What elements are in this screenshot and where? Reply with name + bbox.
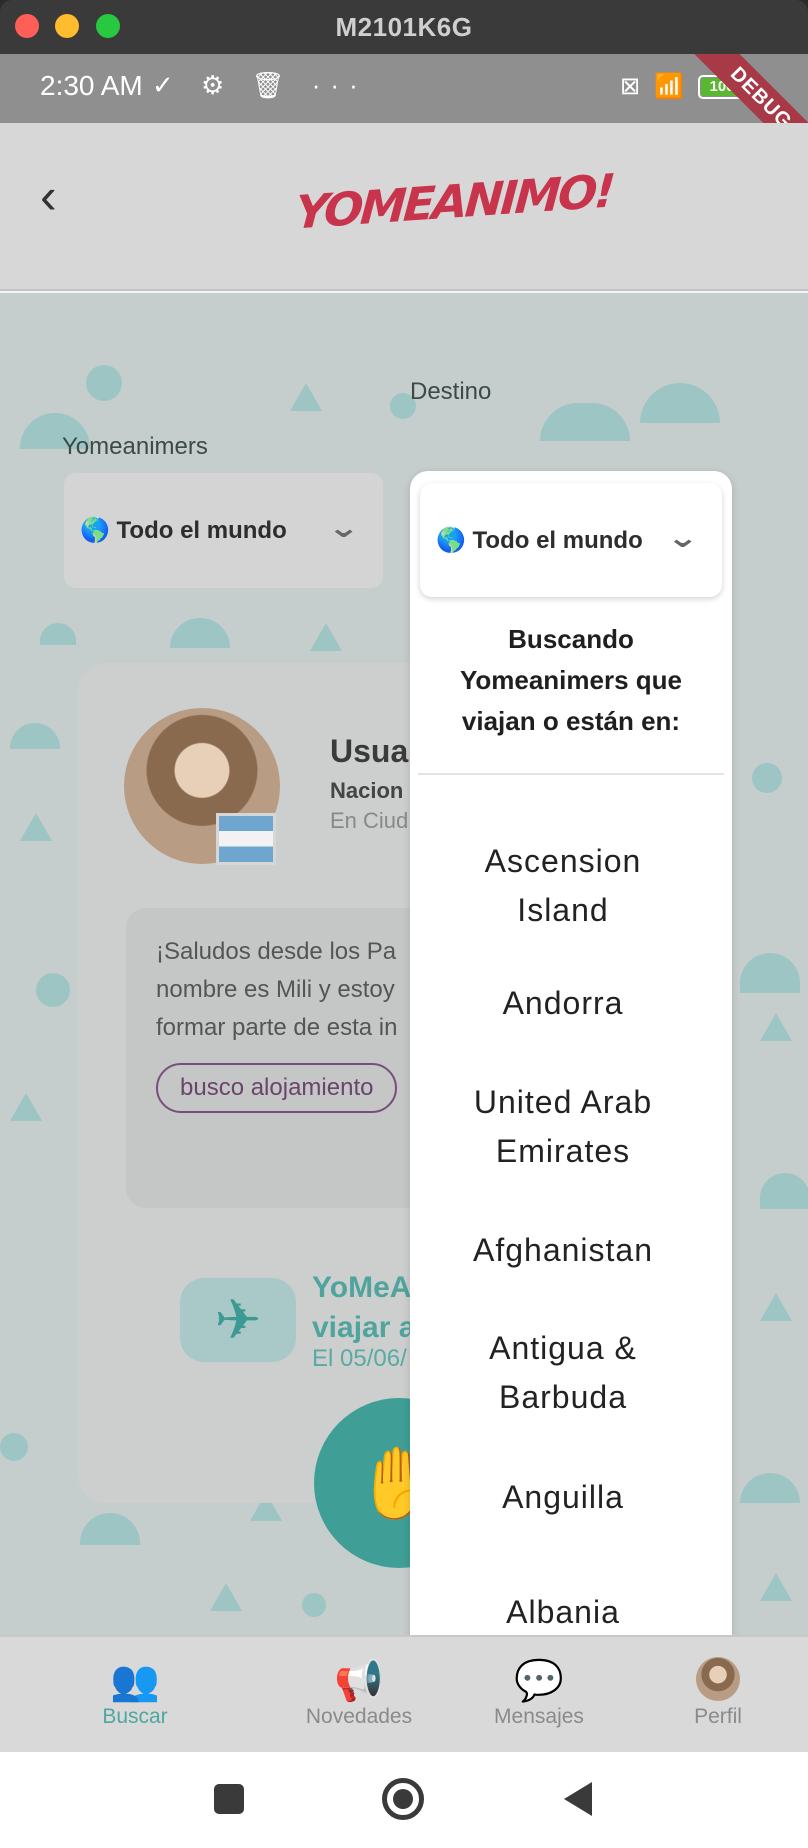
yomeanimers-dropdown[interactable]: 🌎 Todo el mundo ⌄ xyxy=(64,473,383,588)
pattern-half-circle-icon xyxy=(10,723,60,749)
destino-value: 🌎 Todo el mundo xyxy=(436,526,643,554)
chevron-down-icon: ⌄ xyxy=(665,522,699,553)
divider xyxy=(418,773,724,775)
yomeanimers-value: 🌎 Todo el mundo xyxy=(80,517,287,544)
back-arrow-icon[interactable]: ‹ xyxy=(40,171,80,223)
chat-icon: 💬 xyxy=(514,1659,564,1703)
pattern-half-circle-icon xyxy=(40,623,76,645)
pattern-plane-icon xyxy=(10,1093,42,1121)
device-screen: 2:30 AM ✓ ⚙ 🗑 ··· ⊠ 📶 100 DEBUG ‹ YOMEAN… xyxy=(0,54,808,1848)
bottom-navigation: 👥 Buscar 📢 Novedades 💬 Mensajes Perfil xyxy=(0,1635,808,1752)
nav-label: Perfil xyxy=(694,1705,742,1728)
destino-dropdown[interactable]: 🌎 Todo el mundo ⌄ xyxy=(420,483,722,597)
back-triangle-icon[interactable] xyxy=(564,1782,592,1816)
recents-icon[interactable] xyxy=(214,1784,244,1814)
sim-icon: ⊠ xyxy=(620,73,641,100)
yomeanimers-label: Yomeanimers xyxy=(62,433,208,460)
pattern-dot-icon xyxy=(36,973,70,1007)
status-bar: 2:30 AM ✓ ⚙ 🗑 ··· ⊠ 📶 100 DEBUG xyxy=(0,54,808,177)
nav-item-novedades[interactable]: 📢 Novedades xyxy=(284,1657,434,1729)
window-title: M2101K6G xyxy=(335,12,473,42)
pattern-half-circle-icon xyxy=(740,953,800,993)
pattern-half-circle-icon xyxy=(760,1173,808,1209)
app-header: ‹ YOMEANIMO! xyxy=(0,123,808,291)
dropdown-option[interactable]: Afghanistan xyxy=(410,1226,716,1275)
dropdown-option[interactable]: United Arab Emirates xyxy=(410,1078,716,1176)
system-navigation xyxy=(0,1752,808,1848)
argentina-flag-icon xyxy=(216,813,276,865)
user-city: En Ciud xyxy=(330,808,409,833)
people-icon: 👥 xyxy=(110,1659,160,1703)
pattern-plane-icon xyxy=(760,1573,792,1601)
pattern-plane-icon xyxy=(20,813,52,841)
dropdown-option[interactable]: Antigua & Barbuda xyxy=(410,1324,716,1422)
pattern-plane-icon xyxy=(210,1583,242,1611)
pattern-plane-icon xyxy=(760,1013,792,1041)
pattern-cloud-icon xyxy=(540,403,630,441)
dropdown-option[interactable]: Andorra xyxy=(410,979,716,1028)
avatar xyxy=(696,1657,740,1701)
destino-label: Destino xyxy=(410,378,492,405)
dropdown-header: Buscando Yomeanimers que viajan o están … xyxy=(459,624,683,736)
nav-label: Buscar xyxy=(102,1705,168,1728)
dropdown-option[interactable]: Albania xyxy=(410,1588,716,1637)
notification-icons: ✓ ⚙ 🗑 ··· xyxy=(152,70,368,100)
nav-item-buscar[interactable]: 👥 Buscar xyxy=(60,1657,210,1729)
logo-text: YOMEANIMO! xyxy=(293,163,615,240)
pattern-plane-icon xyxy=(760,1293,792,1321)
user-nationality: Nacion xyxy=(330,778,404,803)
interest-tag[interactable]: busco alojamiento xyxy=(156,1063,398,1113)
pattern-half-circle-icon xyxy=(740,1473,800,1503)
megaphone-icon: 📢 xyxy=(334,1659,384,1703)
yomeanimo-logo: YOMEANIMO! xyxy=(293,164,614,240)
pattern-cloud-icon xyxy=(640,383,720,423)
nav-label: Novedades xyxy=(305,1705,413,1728)
nav-label: Mensajes xyxy=(494,1705,584,1728)
dropdown-option[interactable]: Ascension Island xyxy=(410,837,716,935)
travel-title: YoMeA viajar a xyxy=(312,1271,416,1344)
travel-date: El 05/06/ xyxy=(312,1345,407,1372)
window-titlebar: M2101K6G xyxy=(0,0,808,54)
pattern-half-circle-icon xyxy=(170,618,230,648)
pattern-half-circle-icon xyxy=(80,1513,140,1545)
user-name: Usua xyxy=(330,733,409,769)
home-icon[interactable] xyxy=(382,1778,424,1820)
pattern-plane-icon xyxy=(290,383,322,411)
destino-dropdown-menu: 🌎 Todo el mundo ⌄ Buscando Yomeanimers q… xyxy=(410,471,732,1659)
user-message: ¡Saludos desde los Pa nombre es Mili y e… xyxy=(156,938,398,1041)
pattern-dot-icon xyxy=(302,1593,326,1617)
wifi-icon: 📶 xyxy=(654,73,684,100)
nav-item-mensajes[interactable]: 💬 Mensajes xyxy=(464,1657,614,1729)
nav-item-perfil[interactable]: Perfil xyxy=(643,1657,793,1729)
status-time: 2:30 AM xyxy=(40,70,143,101)
pattern-dot-icon xyxy=(0,1433,28,1461)
chevron-down-icon: ⌄ xyxy=(326,512,360,543)
pattern-dot-icon xyxy=(752,763,782,793)
pattern-dot-icon xyxy=(86,365,122,401)
dropdown-option[interactable]: Anguilla xyxy=(410,1473,716,1522)
pattern-plane-icon xyxy=(310,623,342,651)
airplane-icon: ✈ xyxy=(180,1278,296,1362)
